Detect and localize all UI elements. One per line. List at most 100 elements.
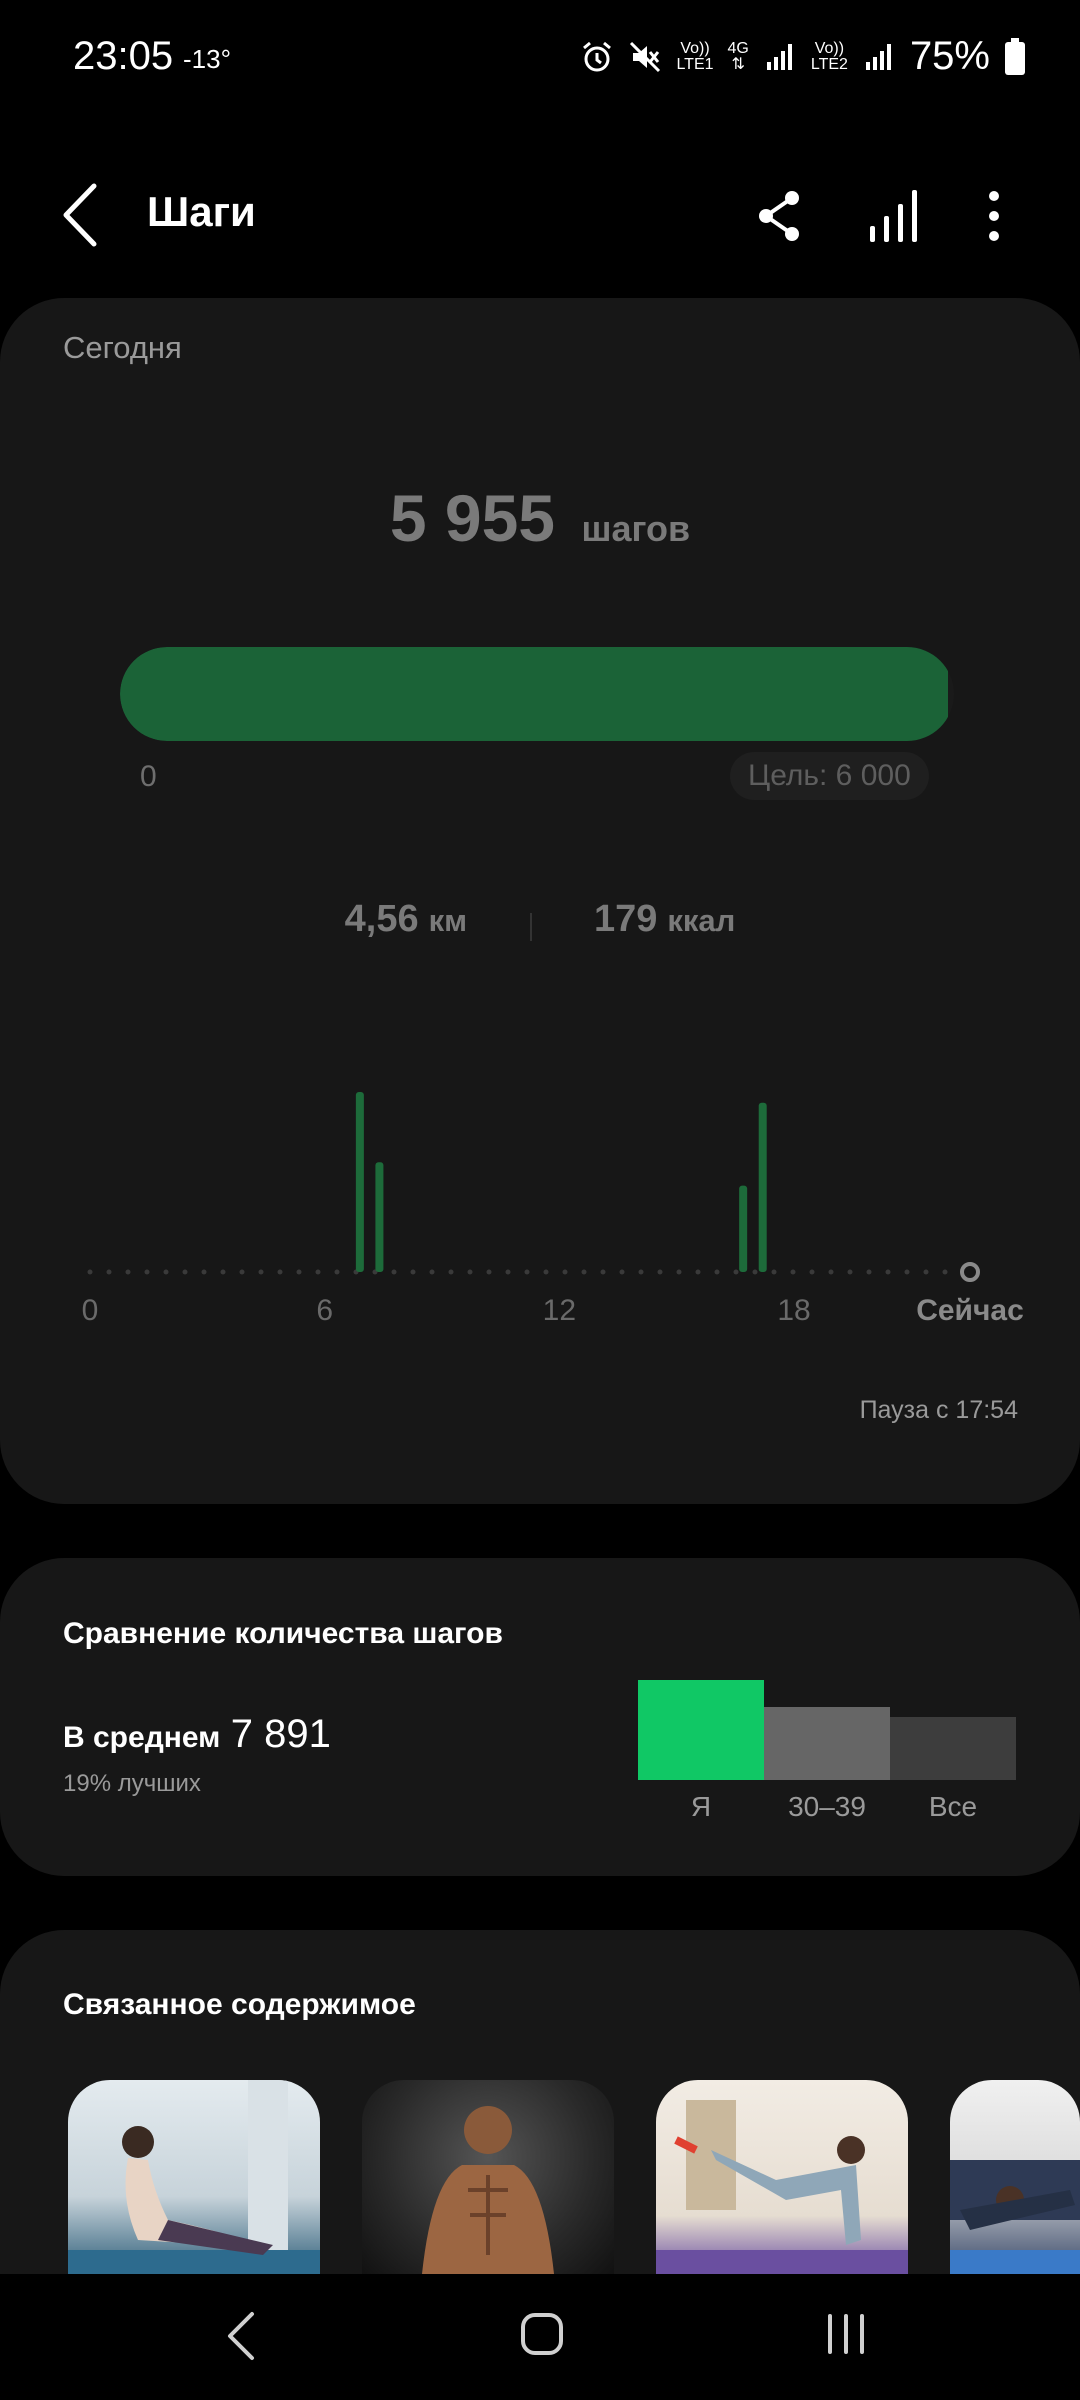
chart-baseline-dot — [505, 1269, 511, 1275]
sim2-volte: Vo)) — [814, 39, 845, 57]
chart-baseline-dot — [239, 1269, 245, 1275]
yoga-stretch-image[interactable] — [68, 2080, 320, 2274]
chart-baseline-dot — [619, 1269, 625, 1275]
chart-now-marker — [960, 1262, 980, 1282]
chart-baseline-dot — [315, 1269, 321, 1275]
exercise-figure-icon — [656, 2100, 908, 2274]
chart-bar — [375, 1162, 384, 1272]
chart-baseline-dot — [885, 1269, 891, 1275]
hourly-steps-chart: 0 6 12 18 Сейчас — [82, 1092, 1024, 1327]
battery-percent: 75% — [909, 34, 990, 78]
chart-baseline-dot — [790, 1269, 796, 1275]
nav-home-icon[interactable] — [520, 2312, 564, 2356]
average-value: 7 891 — [230, 1712, 331, 1756]
chart-baseline-dot — [220, 1269, 226, 1275]
chart-baseline-dot — [581, 1269, 587, 1275]
chart-baseline-dot — [752, 1269, 758, 1275]
chart-baseline-dot — [106, 1269, 112, 1275]
metrics-divider — [529, 912, 532, 941]
network-type: 4G ⇅ — [727, 39, 749, 73]
signal-icon — [865, 43, 891, 70]
chart-baseline-dot — [562, 1269, 568, 1275]
comparison-bar — [638, 1680, 764, 1780]
chart-baseline-dot — [277, 1269, 283, 1275]
chart-baseline-dot — [467, 1269, 473, 1275]
today-label: Сегодня — [63, 330, 182, 365]
comparison-bar — [890, 1717, 1016, 1780]
pause-status: Пауза с 17:54 — [859, 1396, 1018, 1424]
page-title: Шаги — [147, 188, 256, 235]
comparison-bar-label: Все — [929, 1791, 977, 1820]
status-icons: Vo)) LTE1 4G ⇅ Vo)) LTE2 75% — [580, 34, 1026, 79]
chart-baseline-dot — [695, 1269, 701, 1275]
average-steps: В среднем 7 891 — [63, 1712, 331, 1757]
status-time: 23:05 — [73, 34, 174, 78]
chart-baseline-dot — [543, 1269, 549, 1275]
related-content-title: Связанное содержимое — [63, 1988, 416, 2021]
chart-tick-label: 18 — [777, 1294, 810, 1327]
metrics-row: 4,56 км 179 ккал — [0, 898, 1080, 941]
chart-bar — [739, 1185, 748, 1272]
comparison-title: Сравнение количества шагов — [63, 1617, 503, 1650]
chart-baseline-dot — [847, 1269, 853, 1275]
chart-baseline-dot — [410, 1269, 416, 1275]
chart-baseline-dot — [676, 1269, 682, 1275]
bar-chart-icon[interactable] — [862, 184, 926, 248]
steps-progress-fill — [120, 647, 948, 741]
chart-now-label: Сейчас — [916, 1294, 1024, 1327]
chart-baseline-dot — [923, 1269, 929, 1275]
nav-recent-icon[interactable] — [824, 2312, 868, 2356]
chart-baseline-dot — [448, 1269, 454, 1275]
chart-baseline-dot — [866, 1269, 872, 1275]
chart-baseline-dot — [182, 1269, 188, 1275]
comparison-bar-label: 30–39 — [788, 1791, 866, 1820]
chart-baseline-dot — [942, 1269, 948, 1275]
chart-baseline-dot — [524, 1269, 530, 1275]
chart-baseline-dot — [296, 1269, 302, 1275]
sim2-label: Vo)) LTE2 — [810, 39, 848, 73]
steps-value: 5 955 — [389, 481, 556, 555]
chart-baseline-dot — [771, 1269, 777, 1275]
distance-value: 4,56 — [344, 898, 419, 940]
comparison-bar-label: Я — [691, 1791, 711, 1820]
chart-baseline-dot — [638, 1269, 644, 1275]
chart-baseline-dot — [809, 1269, 815, 1275]
status-temperature: -13° — [183, 44, 231, 74]
chart-baseline-dot — [714, 1269, 720, 1275]
chart-baseline-dot — [657, 1269, 663, 1275]
back-arrow-icon[interactable] — [52, 178, 112, 252]
chart-baseline-dot — [258, 1269, 264, 1275]
chart-baseline-dot — [201, 1269, 207, 1275]
goal-badge[interactable]: Цель: 6 000 — [730, 752, 929, 800]
progress-start-label: 0 — [140, 760, 157, 793]
signal-icon — [766, 43, 792, 70]
chart-baseline-dot — [733, 1269, 739, 1275]
chart-baseline-dot — [429, 1269, 435, 1275]
leg-exercise-image[interactable] — [656, 2080, 908, 2274]
calories-value: 179 — [593, 898, 658, 940]
chart-baseline-dot — [828, 1269, 834, 1275]
data-arrows-icon: ⇅ — [731, 55, 745, 73]
distance-unit: км — [428, 903, 468, 938]
network-4g: 4G — [727, 39, 749, 57]
chart-tick-label: 6 — [316, 1294, 333, 1327]
muscular-man-image[interactable] — [362, 2080, 614, 2274]
share-icon[interactable] — [748, 184, 812, 248]
chart-tick-label: 12 — [543, 1294, 576, 1327]
sim2-lte: LTE2 — [810, 55, 848, 73]
chart-baseline-dot — [391, 1269, 397, 1275]
steps-count: 5 955 шагов — [0, 480, 1080, 556]
nav-back-icon[interactable] — [222, 2310, 260, 2362]
more-vert-icon[interactable] — [970, 184, 1018, 248]
chart-baseline-dot — [144, 1269, 150, 1275]
chart-baseline-dot — [125, 1269, 131, 1275]
plank-exercise-image[interactable] — [950, 2080, 1080, 2274]
sim1-label: Vo)) LTE1 — [676, 40, 714, 73]
sim1-lte: LTE1 — [676, 55, 714, 73]
plank-figure-icon — [950, 2160, 1080, 2274]
comparison-bars: Я 30–39 Все — [638, 1680, 1016, 1820]
chart-baseline-dot — [163, 1269, 169, 1275]
mute-icon — [630, 41, 661, 72]
chart-bar — [355, 1092, 364, 1272]
chart-bar — [758, 1102, 767, 1272]
